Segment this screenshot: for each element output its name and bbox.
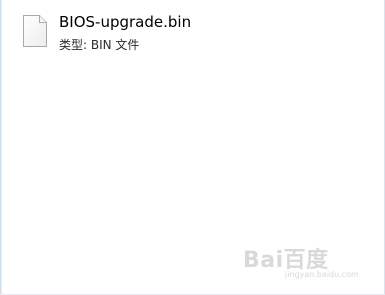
file-name: BIOS-upgrade.bin xyxy=(59,13,192,31)
watermark-subtext: jingyan.baidu.com xyxy=(285,270,359,279)
file-item-bios-upgrade[interactable]: BIOS-upgrade.bin 类型: BIN 文件 xyxy=(20,12,220,52)
blank-document-icon xyxy=(22,14,48,48)
file-type-label: 类型: BIN 文件 xyxy=(59,38,140,52)
window-left-edge xyxy=(0,0,2,295)
baidu-watermark: Bai百度 jingyan.baidu.com xyxy=(243,242,363,282)
